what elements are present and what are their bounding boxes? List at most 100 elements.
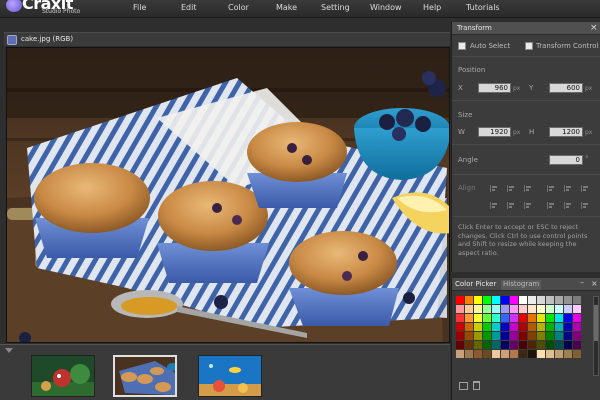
color-swatch[interactable] — [465, 314, 473, 322]
distribute-middle-icon[interactable] — [564, 202, 572, 209]
color-swatch[interactable] — [546, 332, 554, 340]
transform-controls-checkbox[interactable] — [525, 42, 533, 50]
color-swatch[interactable] — [555, 350, 563, 358]
color-swatch[interactable] — [555, 323, 563, 331]
trash-icon[interactable] — [473, 381, 480, 390]
color-swatch[interactable] — [555, 314, 563, 322]
color-swatch[interactable] — [483, 341, 491, 349]
swatch-scrollbar[interactable] — [593, 296, 599, 376]
color-swatch[interactable] — [528, 323, 536, 331]
tab-histogram[interactable]: Histogram — [501, 280, 542, 290]
document-tab[interactable]: cake.jpg (RGB) — [4, 32, 450, 46]
menu-setting[interactable]: Setting — [321, 3, 350, 12]
color-swatch[interactable] — [546, 323, 554, 331]
distribute-bottom-icon[interactable] — [581, 202, 589, 209]
collapse-arrow-icon[interactable] — [5, 348, 13, 353]
close-icon[interactable]: × — [590, 23, 598, 33]
color-swatch[interactable] — [519, 296, 527, 304]
color-swatch[interactable] — [465, 350, 473, 358]
color-swatch[interactable] — [510, 314, 518, 322]
color-swatch[interactable] — [528, 341, 536, 349]
color-swatch[interactable] — [564, 341, 572, 349]
height-field[interactable]: 1200 — [549, 127, 583, 137]
color-swatch[interactable] — [519, 341, 527, 349]
color-swatch[interactable] — [519, 332, 527, 340]
color-swatch[interactable] — [483, 305, 491, 313]
color-swatch[interactable] — [510, 332, 518, 340]
color-swatch[interactable] — [492, 350, 500, 358]
thumbnail-underwater[interactable] — [198, 355, 262, 397]
color-swatch[interactable] — [465, 341, 473, 349]
color-swatch[interactable] — [456, 332, 464, 340]
color-swatch[interactable] — [483, 332, 491, 340]
tab-color-picker[interactable]: Color Picker — [455, 280, 496, 288]
color-swatch[interactable] — [564, 323, 572, 331]
menu-color[interactable]: Color — [228, 3, 249, 12]
color-swatch[interactable] — [501, 314, 509, 322]
color-swatch[interactable] — [564, 296, 572, 304]
menu-file[interactable]: File — [133, 3, 146, 12]
color-swatch[interactable] — [483, 314, 491, 322]
thumbnail-cake[interactable] — [113, 355, 177, 397]
color-swatch[interactable] — [456, 350, 464, 358]
color-swatch[interactable] — [573, 296, 581, 304]
color-swatch[interactable] — [573, 323, 581, 331]
color-swatch[interactable] — [474, 314, 482, 322]
color-swatch[interactable] — [564, 332, 572, 340]
color-swatch[interactable] — [465, 332, 473, 340]
color-swatch[interactable] — [510, 296, 518, 304]
color-swatch[interactable] — [492, 332, 500, 340]
thumbnail-forest[interactable] — [31, 355, 95, 397]
menu-make[interactable]: Make — [276, 3, 297, 12]
align-left-icon[interactable] — [490, 185, 498, 192]
menu-tutorials[interactable]: Tutorials — [466, 3, 500, 12]
angle-field[interactable]: 0 — [549, 155, 583, 165]
color-swatch[interactable] — [537, 332, 545, 340]
width-field[interactable]: 1920 — [478, 127, 511, 137]
color-swatch[interactable] — [537, 305, 545, 313]
color-swatch[interactable] — [492, 305, 500, 313]
color-swatch[interactable] — [501, 350, 509, 358]
color-swatch[interactable] — [474, 350, 482, 358]
scrollbar-thumb[interactable] — [594, 305, 598, 341]
color-swatch[interactable] — [546, 314, 554, 322]
color-swatch[interactable] — [537, 314, 545, 322]
color-swatch[interactable] — [546, 350, 554, 358]
color-swatch[interactable] — [492, 341, 500, 349]
color-swatch[interactable] — [474, 332, 482, 340]
color-swatch[interactable] — [519, 350, 527, 358]
align-middle-icon[interactable] — [564, 185, 572, 192]
color-swatch[interactable] — [555, 332, 563, 340]
distribute-right-icon[interactable] — [524, 202, 532, 209]
auto-select-checkbox[interactable] — [458, 42, 466, 50]
color-swatch[interactable] — [537, 350, 545, 358]
color-swatch[interactable] — [483, 350, 491, 358]
color-swatch[interactable] — [573, 332, 581, 340]
align-top-icon[interactable] — [547, 185, 555, 192]
color-swatch[interactable] — [564, 314, 572, 322]
color-swatch[interactable] — [546, 341, 554, 349]
color-swatch[interactable] — [474, 305, 482, 313]
color-swatch[interactable] — [537, 296, 545, 304]
color-swatch[interactable] — [528, 350, 536, 358]
color-swatch[interactable] — [474, 296, 482, 304]
color-swatch[interactable] — [546, 296, 554, 304]
image-canvas[interactable] — [6, 47, 450, 343]
color-swatch[interactable] — [501, 341, 509, 349]
distribute-top-icon[interactable] — [547, 202, 555, 209]
color-swatch[interactable] — [483, 323, 491, 331]
color-swatch[interactable] — [528, 305, 536, 313]
color-swatch[interactable] — [510, 341, 518, 349]
menu-window[interactable]: Window — [370, 3, 402, 12]
y-field[interactable]: 600 — [549, 83, 583, 93]
color-swatch[interactable] — [519, 314, 527, 322]
color-swatch[interactable] — [573, 314, 581, 322]
color-swatch[interactable] — [546, 305, 554, 313]
color-swatch[interactable] — [519, 305, 527, 313]
color-swatch[interactable] — [510, 305, 518, 313]
x-field[interactable]: 960 — [478, 83, 511, 93]
minimize-icon[interactable]: – — [580, 278, 584, 287]
align-center-h-icon[interactable] — [507, 185, 515, 192]
distribute-left-icon[interactable] — [490, 202, 498, 209]
menu-edit[interactable]: Edit — [181, 3, 197, 12]
